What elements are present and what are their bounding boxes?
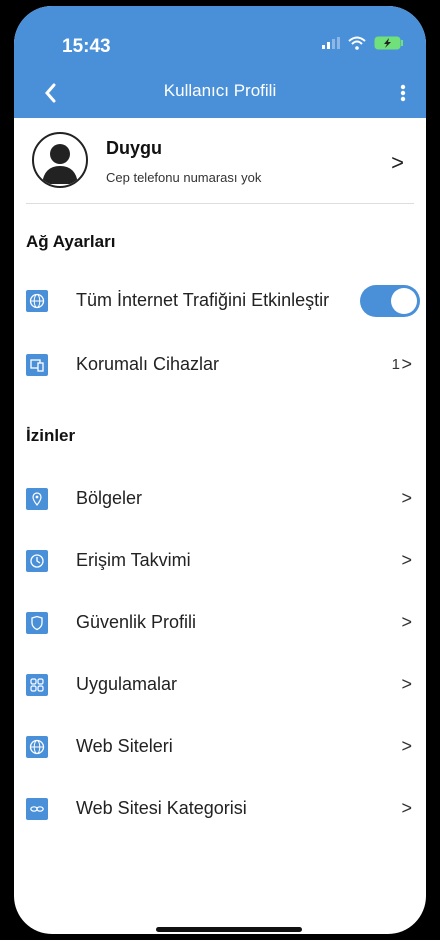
chevron-right-icon: > [401, 488, 412, 508]
list-item-label: Uygulamalar [76, 674, 178, 694]
traffic-toggle[interactable] [360, 285, 420, 317]
list-item-label: Güvenlik Profili [76, 612, 197, 632]
chevron-right-icon: > [401, 798, 412, 818]
chevron-right-icon: > [401, 550, 412, 570]
link-icon [26, 798, 48, 820]
phone-screen: 15:43 Kullanıcı Profili Duygu Cep telefo… [14, 6, 426, 934]
chevron-right-icon: > [401, 674, 412, 694]
wifi-icon [348, 36, 366, 50]
list-item-protected-devices[interactable]: Korumalı Cihazlar 1 > [14, 348, 426, 388]
status-time: 15:43 [62, 36, 111, 57]
battery-icon [374, 36, 403, 50]
list-item-label: Tüm İnternet Trafiğini Etkinleştir [76, 290, 330, 310]
signal-icon [322, 37, 340, 49]
section-heading-permissions: İzinler [26, 426, 76, 445]
list-item-security-profile[interactable]: Güvenlik Profili > [14, 606, 426, 646]
chevron-right-icon: > [401, 354, 412, 374]
chevron-right-icon: > [391, 150, 404, 175]
list-item-website-category[interactable]: Web Sitesi Kategorisi > [14, 792, 426, 832]
chevron-right-icon: > [401, 736, 412, 756]
location-pin-icon [26, 488, 48, 510]
header-bar: 15:43 Kullanıcı Profili [14, 6, 426, 118]
toggle-knob [391, 288, 417, 314]
shield-icon [26, 612, 48, 634]
clock-icon [26, 550, 48, 572]
more-options-icon[interactable] [396, 80, 410, 106]
user-icon [42, 144, 78, 184]
device-count: 1 [391, 356, 400, 373]
globe-icon [26, 736, 48, 758]
home-indicator[interactable] [156, 927, 302, 932]
devices-icon [26, 354, 48, 376]
profile-name: Duygu [106, 138, 162, 158]
status-icons [322, 36, 404, 50]
list-item-regions[interactable]: Bölgeler > [14, 482, 426, 522]
avatar [32, 132, 88, 188]
profile-subtitle: Cep telefonu numarası yok [106, 170, 262, 185]
list-item-enable-all-traffic: Tüm İnternet Trafiğini Etkinleştir [14, 284, 426, 324]
list-item-label: Web Sitesi Kategorisi [76, 798, 247, 818]
page-title: Kullanıcı Profili [163, 81, 277, 100]
list-item-access-schedule[interactable]: Erişim Takvimi > [14, 544, 426, 584]
globe-icon [26, 290, 48, 312]
list-item-label: Web Siteleri [76, 736, 173, 756]
list-item-label: Erişim Takvimi [76, 550, 191, 570]
profile-row[interactable]: Duygu Cep telefonu numarası yok > [14, 118, 426, 204]
chevron-right-icon: > [401, 612, 412, 632]
list-item-label: Bölgeler [76, 488, 143, 508]
apps-grid-icon [26, 674, 48, 696]
list-item-websites[interactable]: Web Siteleri > [14, 730, 426, 770]
divider [26, 203, 414, 204]
section-heading-network: Ağ Ayarları [26, 232, 116, 251]
list-item-applications[interactable]: Uygulamalar > [14, 668, 426, 708]
list-item-label: Korumalı Cihazlar [76, 354, 220, 374]
